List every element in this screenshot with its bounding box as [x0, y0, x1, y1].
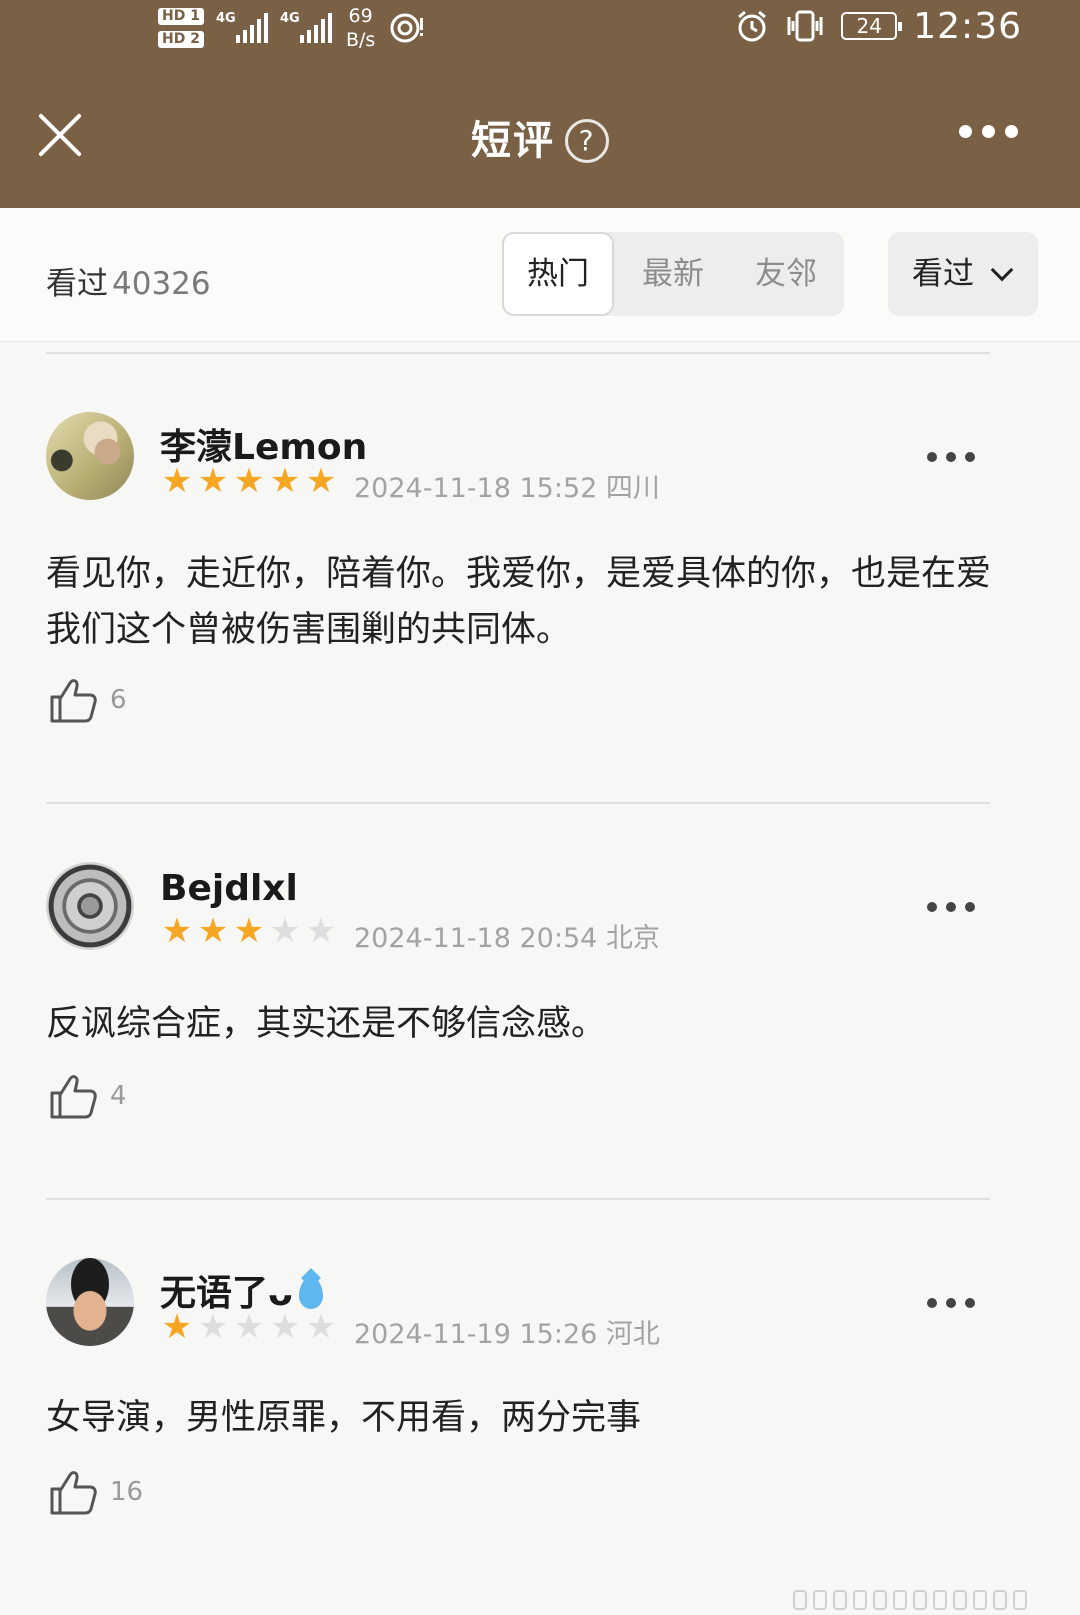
watched-count: 看过 40326: [46, 258, 211, 303]
sort-tabs: 热门 最新 友邻: [502, 232, 844, 316]
rating-stars: ★ ★ ★ ★ ★: [160, 1310, 338, 1344]
thumbs-up-icon: [50, 1075, 97, 1119]
speed-value: 69: [348, 5, 373, 27]
review-more-icon[interactable]: [927, 902, 975, 912]
like-count: 16: [110, 1477, 144, 1507]
signal2-icon: 4G: [279, 11, 332, 43]
page-title-wrap: 短评?: [0, 108, 1080, 166]
signal1-tag: 4G: [215, 11, 236, 26]
rating-stars: ★ ★ ★ ★ ★: [160, 914, 338, 948]
like-button[interactable]: 4: [48, 1070, 127, 1122]
status-dropdown[interactable]: 看过: [888, 232, 1038, 316]
divider: [46, 1198, 990, 1200]
review-content: 看见你，走近你，陪着你。我爱你，是爱具体的你，也是在爱我们这个曾被伤害围剿的共同…: [46, 554, 992, 650]
help-icon[interactable]: ?: [565, 119, 609, 163]
star-filled-icon: ★: [161, 911, 193, 951]
avatar[interactable]: [46, 862, 134, 950]
like-count: 6: [110, 685, 127, 715]
like-button[interactable]: 16: [48, 1466, 143, 1518]
thumbs-up-icon: [50, 679, 97, 723]
review-content: 反讽综合症，其实还是不够信念感。: [46, 1004, 607, 1044]
signal-icon: 4G: [215, 11, 268, 43]
star-filled-icon: ★: [269, 461, 301, 501]
star-empty-icon: ★: [305, 911, 337, 951]
username[interactable]: Bejdlxl: [160, 868, 298, 909]
vibrate-icon: [787, 10, 823, 42]
battery-icon: 24: [841, 12, 903, 40]
like-button[interactable]: 6: [48, 674, 127, 726]
signal2-tag: 4G: [279, 11, 300, 26]
network-speed: 69 B/s: [346, 4, 375, 52]
star-filled-icon: ★: [233, 461, 265, 501]
like-count: 4: [110, 1081, 127, 1111]
tab-latest[interactable]: 最新: [617, 232, 729, 316]
thumbs-up-icon: [50, 1471, 97, 1515]
avatar[interactable]: [46, 412, 134, 500]
status-right: 24 12:36: [735, 0, 1022, 52]
divider: [46, 352, 990, 354]
rating-stars: ★ ★ ★ ★ ★: [160, 464, 338, 498]
clock: 12:36: [913, 5, 1022, 47]
top-bar: HD 1 HD 2 4G 4G 69 B/s 24 12:36 短评 ?: [0, 0, 1080, 208]
status-left: HD 1 HD 2 4G 4G 69 B/s: [158, 0, 425, 56]
status-bar: HD 1 HD 2 4G 4G 69 B/s 24 12:36: [0, 0, 1080, 60]
review-more-icon[interactable]: [927, 1298, 975, 1308]
water-drop-icon: [298, 1277, 323, 1309]
alarm-icon: [738, 10, 767, 42]
star-empty-icon: ★: [197, 1307, 229, 1347]
star-empty-icon: ★: [269, 911, 301, 951]
star-filled-icon: ★: [305, 461, 337, 501]
count-value: 40326: [112, 266, 211, 302]
star-empty-icon: ★: [269, 1307, 301, 1347]
review-meta: 2024-11-19 15:26 河北: [354, 1319, 660, 1350]
star-filled-icon: ★: [233, 911, 265, 951]
watermark-bar: [793, 1590, 1033, 1610]
star-filled-icon: ★: [197, 461, 229, 501]
avatar[interactable]: [46, 1258, 134, 1346]
page-title: 短评: [471, 118, 555, 164]
hd-indicators: HD 1 HD 2: [158, 8, 204, 48]
count-label: 看过: [46, 266, 108, 302]
more-menu-icon[interactable]: [959, 125, 1018, 138]
hd1-badge: HD 1: [158, 8, 204, 25]
status-dropdown-label: 看过: [912, 256, 974, 292]
tab-friends[interactable]: 友邻: [730, 232, 842, 316]
star-filled-icon: ★: [161, 461, 193, 501]
star-empty-icon: ★: [233, 1307, 265, 1347]
review-meta: 2024-11-18 20:54 北京: [354, 923, 660, 954]
hd2-badge: HD 2: [158, 31, 204, 48]
tab-hot[interactable]: 热门: [502, 232, 614, 316]
speed-unit: B/s: [345, 29, 376, 51]
divider: [46, 802, 990, 804]
review-more-icon[interactable]: [927, 452, 975, 462]
filter-bar: 看过 40326 热门 最新 友邻 看过: [0, 208, 1080, 342]
review-meta: 2024-11-18 15:52 四川: [354, 473, 660, 504]
review-content: 女导演，男性原罪，不用看，两分完事: [46, 1398, 642, 1438]
star-filled-icon: ★: [197, 911, 229, 951]
hotspot-icon: [390, 13, 424, 43]
star-empty-icon: ★: [305, 1307, 337, 1347]
star-filled-icon: ★: [161, 1307, 193, 1347]
chevron-down-icon: [990, 258, 1014, 282]
